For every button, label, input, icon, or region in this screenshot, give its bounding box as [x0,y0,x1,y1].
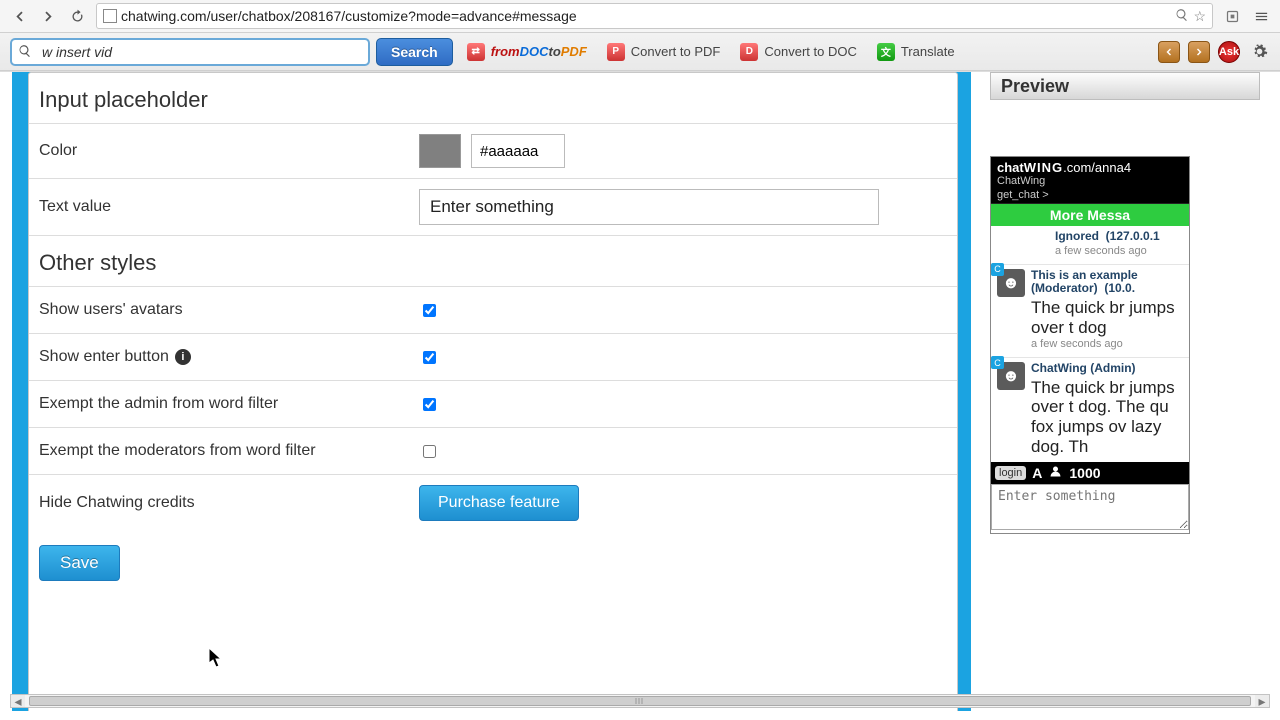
chat-message: ☻ ChatWing (Admin) The quick br jumps ov… [991,358,1189,462]
chat-message: ☻ This is an example (Moderator) (10.0. … [991,265,1189,358]
scroll-track[interactable] [25,695,1255,707]
nav-reload-button[interactable] [64,3,90,29]
show-enter-checkbox[interactable] [423,351,436,364]
avatar-icon: ☻ [997,269,1025,297]
search-input[interactable] [10,38,370,66]
chat-getchat-bar[interactable]: get_chat > [991,188,1189,204]
show-enter-label: Show enter button i [29,334,409,380]
address-text: chatwing.com/user/chatbox/208167/customi… [121,9,1171,23]
translate-icon: 文 [877,43,895,61]
show-enter-text: Show enter button [39,348,169,366]
doc-icon: D [740,43,758,61]
msg-author: ChatWing (Admin) [1031,361,1136,375]
exempt-admin-checkbox[interactable] [423,398,436,411]
exempt-admin-label: Exempt the admin from word filter [29,381,409,427]
browser-toolbar: chatwing.com/user/chatbox/208167/customi… [0,0,1280,33]
convert-doc-label: Convert to DOC [764,44,856,59]
prev-arrow-button[interactable] [1158,41,1180,63]
chat-brand-tail: .com/anna4 [1063,160,1131,175]
font-icon[interactable]: A [1032,465,1042,481]
preview-title: Preview [990,72,1260,100]
search-icon [17,43,33,59]
next-arrow-button[interactable] [1188,41,1210,63]
chat-input[interactable] [991,484,1189,530]
nav-forward-button[interactable] [35,3,61,29]
chat-subtitle: ChatWing [997,175,1183,187]
msg-text: The quick br jumps over t dog. The qu fo… [1031,378,1183,456]
msg-text: The quick br jumps over t dog [1031,298,1183,337]
extension-icon[interactable] [1219,3,1245,29]
chat-status-bar: login A 1000 [991,462,1189,484]
convert-to-doc-button[interactable]: D Convert to DOC [734,40,862,64]
pdf-app-icon: ⇄ [467,43,485,61]
page-icon [103,9,117,23]
color-hex-input[interactable] [471,134,565,168]
exempt-mods-checkbox[interactable] [423,445,436,458]
info-icon[interactable]: i [175,349,191,365]
color-label: Color [29,124,409,178]
translate-label: Translate [901,44,955,59]
text-value-label: Text value [29,179,409,235]
page-toolbar: Search ⇄ fromDOCtoPDF P Convert to PDF DC… [0,33,1280,71]
toolbar-settings-button[interactable] [1248,41,1270,63]
show-avatars-checkbox[interactable] [423,304,436,317]
toolbar-search: Search [10,38,453,66]
ask-badge-icon[interactable]: Ask [1218,41,1240,63]
more-messages-button[interactable]: More Messa [991,204,1189,226]
scroll-thumb[interactable] [29,696,1251,706]
user-icon [1048,464,1063,482]
avatar-icon: ☻ [997,362,1025,390]
msg-time: a few seconds ago [1055,245,1147,257]
user-count: 1000 [1069,465,1100,481]
chat-header: chatWING.com/anna4 ChatWing [991,157,1189,188]
search-button[interactable]: Search [376,38,453,66]
save-button[interactable]: Save [39,545,120,581]
fromdoctopdf-logo[interactable]: ⇄ fromDOCtoPDF [461,40,593,64]
preview-pane: Preview chatWING.com/anna4 ChatWing get_… [990,72,1260,534]
hide-credits-label: Hide Chatwing credits [29,475,409,531]
settings-panel: Input placeholder Color Text value Other… [28,72,958,711]
color-swatch[interactable] [419,134,461,168]
chat-brand: chatWING [997,160,1063,175]
section-title-input-placeholder: Input placeholder [29,73,957,123]
browser-menu-button[interactable] [1248,3,1274,29]
convert-to-pdf-button[interactable]: P Convert to PDF [601,40,727,64]
purchase-feature-button[interactable]: Purchase feature [419,485,579,521]
msg-author: Ignored (127.0.0.1 [1055,229,1160,243]
chat-preview: chatWING.com/anna4 ChatWing get_chat > M… [990,156,1190,534]
scroll-right-button[interactable]: ▸ [1255,695,1269,707]
bookmark-icon[interactable]: ☆ [1193,8,1206,25]
horizontal-scrollbar[interactable]: ◂ ▸ [10,694,1270,708]
scroll-left-button[interactable]: ◂ [11,695,25,707]
msg-time: a few seconds ago [1031,338,1123,350]
pdf-icon: P [607,43,625,61]
show-avatars-label: Show users' avatars [29,287,409,333]
chat-message: Ignored (127.0.0.1 a few seconds ago [991,226,1189,265]
translate-button[interactable]: 文 Translate [871,40,961,64]
nav-back-button[interactable] [6,3,32,29]
text-value-input[interactable] [419,189,879,225]
msg-author: This is an example (Moderator) (10.0. [1031,268,1138,296]
zoom-icon[interactable] [1175,8,1189,25]
exempt-mods-label: Exempt the moderators from word filter [29,428,409,474]
section-title-other-styles: Other styles [29,235,957,286]
address-bar[interactable]: chatwing.com/user/chatbox/208167/customi… [96,3,1213,29]
login-button[interactable]: login [995,466,1026,480]
fromdoctopdf-label: fromDOCtoPDF [491,44,587,59]
convert-pdf-label: Convert to PDF [631,44,721,59]
